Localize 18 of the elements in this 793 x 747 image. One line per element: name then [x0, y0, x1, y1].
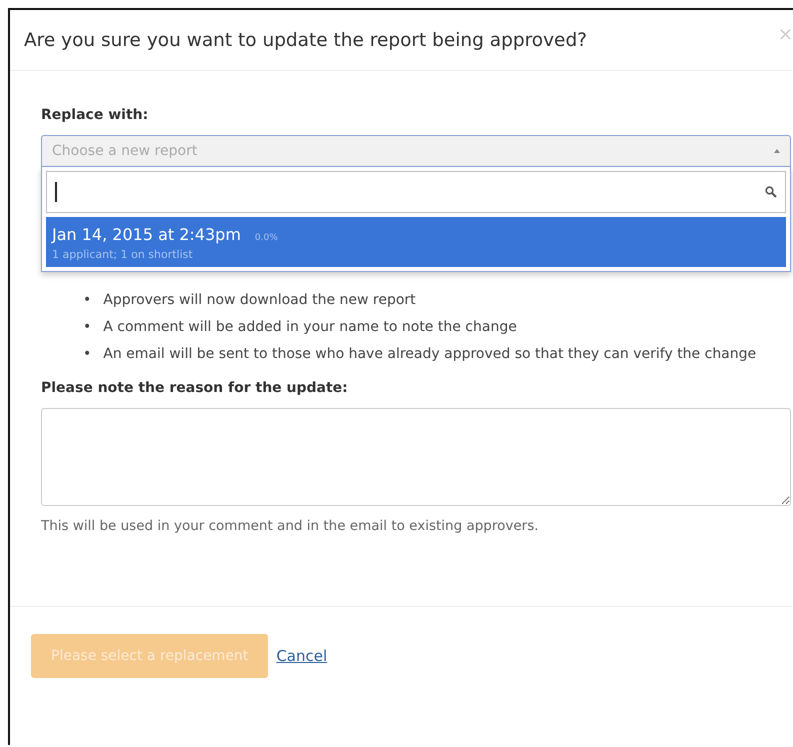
bullet-text: Approvers will now download the new report — [103, 291, 416, 310]
close-button[interactable]: × — [772, 24, 793, 45]
report-select[interactable]: Choose a new report — [41, 135, 791, 167]
bullet-text: A comment will be added in your name to note the change — [103, 318, 517, 337]
search-icon — [765, 186, 777, 198]
bullet-marker: • — [83, 345, 92, 364]
field-label: Replace with: — [41, 107, 150, 123]
help-text: This will be used in your comment and in the email to existing approvers. — [41, 518, 540, 534]
search-field[interactable] — [46, 171, 786, 213]
field-label: Please note the reason for the update: — [41, 380, 349, 396]
bullet-text: An email will be sent to those who have already approved so that they can verify the change — [103, 345, 756, 364]
dialog-title: Are you sure you want to update the report being approved? — [24, 30, 588, 50]
report-option[interactable]: Jan 14, 2015 at 2:43pm 0.0% 1 applicant; 1 on shortlist — [46, 217, 786, 267]
cancel-link[interactable]: Cancel — [276, 647, 328, 665]
bullet-marker: • — [83, 291, 92, 310]
bullet-marker: • — [83, 318, 92, 337]
reason-field[interactable] — [41, 408, 791, 506]
caret-icon — [774, 148, 780, 154]
